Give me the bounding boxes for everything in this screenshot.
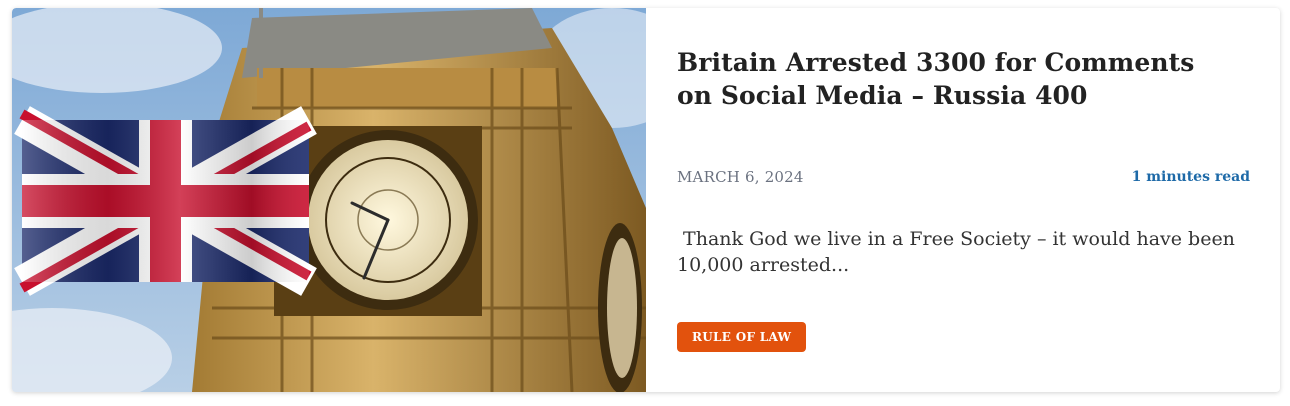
- read-time: 1 minutes read: [1131, 169, 1250, 185]
- post-card: Britain Arrested 3300 for Comments on So…: [12, 8, 1280, 392]
- post-content: Britain Arrested 3300 for Comments on So…: [646, 8, 1280, 392]
- big-ben-union-jack-image: [12, 8, 646, 392]
- post-meta: MARCH 6, 2024 1 minutes read: [677, 168, 1250, 186]
- post-thumbnail[interactable]: [12, 8, 646, 392]
- post-excerpt: Thank God we live in a Free Society – it…: [677, 228, 1235, 276]
- post-title[interactable]: Britain Arrested 3300 for Comments on So…: [677, 46, 1217, 112]
- category-tag[interactable]: RULE OF LAW: [677, 322, 807, 352]
- post-date: MARCH 6, 2024: [677, 168, 804, 186]
